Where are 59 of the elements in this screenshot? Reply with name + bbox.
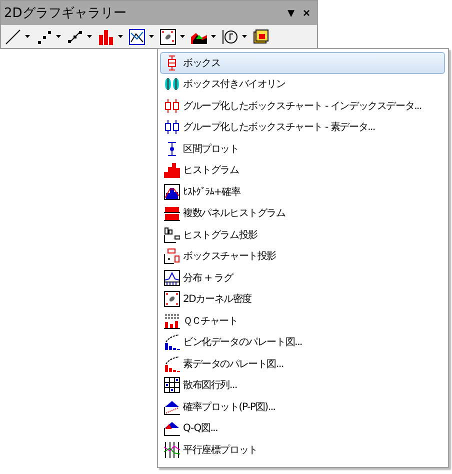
menu-item[interactable]: 2Dカーネル密度 [160,288,445,310]
box-projection-icon [164,248,180,264]
menu-item[interactable]: 平行座標プロット [160,439,445,460]
histogram-projection-icon [164,226,180,243]
panel-menu-button[interactable]: ▼ [282,6,300,20]
grouped-box-plot-icon [164,98,180,114]
menu-item[interactable]: 散布図行列... [160,374,445,396]
menu-item[interactable]: グループ化したボックスチャート - インデックスデータ... [160,95,445,116]
caret-icon[interactable] [242,35,247,38]
histogram-icon [164,162,180,178]
qq-plot-icon [164,420,180,436]
pareto-chart-icon [164,356,180,372]
menu-item[interactable]: ﾋｽﾄｸﾞﾗﾑ+確率 [160,181,445,202]
panel-title: 2Dグラフギャラリー [4,5,128,22]
chart-type-button[interactable] [158,26,178,46]
menu-item[interactable]: ＱＣチャート [160,310,445,332]
chart-type-button[interactable] [127,26,147,46]
menu-item[interactable]: 確率プロット(P-P図)... [160,396,445,418]
menu-item[interactable]: グループ化したボックスチャート - 素データ... [160,116,445,138]
menu-item[interactable]: 複数パネルヒストグラム [160,202,445,224]
template-folder-icon [253,28,269,44]
menu-item[interactable]: ビン化データのパレート図... [160,332,445,353]
menu-item[interactable]: 素データのパレート図... [160,353,445,374]
caret-icon[interactable] [118,35,123,38]
caret-icon[interactable] [87,35,92,38]
qc-chart-icon [164,312,180,329]
area-line-chart-icon [129,28,145,44]
menu-item[interactable]: 分布 + ラグ [160,267,445,288]
grouped-box-plot-icon [164,119,180,136]
menu-item[interactable]: ボックスチャート投影 [160,246,445,267]
chart-type-button[interactable] [251,26,271,46]
menu-item[interactable]: ボックス [160,52,445,74]
probability-plot-icon [164,398,180,415]
menu-item[interactable]: ヒストグラム投影 [160,224,445,246]
chart-type-button[interactable] [3,26,23,46]
menu-item[interactable]: ヒストグラム [160,160,445,181]
polar-chart-icon [222,28,238,44]
bar-chart-icon [98,28,114,44]
line-symbol-chart-icon [67,28,83,44]
caret-icon[interactable] [149,35,154,38]
caret-icon[interactable] [25,35,30,38]
distribution-rug-icon [164,270,180,286]
caret-icon[interactable] [180,35,185,38]
close-button[interactable]: × [300,6,313,20]
parallel-plot-icon [164,442,180,458]
violin-plot-icon [164,76,180,92]
kernel-density-icon [164,291,180,308]
multi-panel-histogram-icon [164,205,180,222]
caret-icon[interactable] [56,35,61,38]
caret-icon[interactable] [211,35,216,38]
scatter-matrix-icon [164,377,180,394]
histogram-curve-icon [164,184,180,200]
menu-item[interactable]: ボックス付きバイオリン [160,74,445,95]
density-plot-icon [160,28,176,44]
scatter-chart-icon [36,28,52,44]
line-chart-icon [5,28,21,44]
pareto-chart-icon [164,334,180,350]
menu-item[interactable]: Q-Q図... [160,418,445,439]
menu-item[interactable]: 区間プロット [160,138,445,160]
